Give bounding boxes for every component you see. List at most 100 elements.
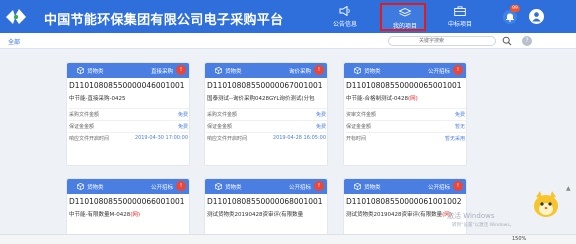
card-detail-row: 开标时间 暂无采用 <box>346 132 466 142</box>
speaker-icon <box>339 6 350 16</box>
card-procurement-method: 公开招标 <box>150 185 173 191</box>
cube-icon <box>354 67 361 74</box>
filter-all-tab[interactable]: 全部 <box>8 37 20 46</box>
card-detail-value: 2019-04-28 16:05:00 <box>272 135 326 141</box>
layers-icon <box>399 8 411 17</box>
card-project-name: 中节能-直接采购-0425 <box>69 94 187 102</box>
user-avatar-button[interactable] <box>529 9 544 24</box>
card-project-name-text: 国泰测试--询价采购0428GYL询价测试(分包 <box>207 96 315 102</box>
project-card[interactable]: 货物类 询价采购 ! D11010808550000067001001 国泰测试… <box>204 62 328 166</box>
zoom-level[interactable]: 150% <box>512 236 526 242</box>
card-detail-row: 采购文件金额 免费 <box>69 108 189 118</box>
help-button[interactable]: ? <box>522 36 532 46</box>
notification-badge: 99 <box>510 5 520 12</box>
card-detail-value: 2019-04-30 17:00:00 <box>134 135 188 141</box>
cube-icon <box>354 183 361 190</box>
card-detail-key: 采购文件金额 <box>207 112 238 118</box>
card-category: 货物类 <box>364 69 381 75</box>
card-project-code[interactable]: D11010808550000067001001 <box>207 81 323 90</box>
nav-won-projects-label: 中标项目 <box>447 21 472 28</box>
nav-announcements-label: 公告信息 <box>332 21 357 28</box>
card-category: 货物类 <box>87 185 104 191</box>
card-detail-key: 响应文件开启时间 <box>207 136 248 142</box>
card-detail-value: 暂无 <box>454 124 465 130</box>
card-detail-row: 采购文件金额 免费 <box>207 108 327 118</box>
card-detail-row: 保证金金额 免费 <box>69 120 189 130</box>
card-alert-badge: ! <box>314 181 324 191</box>
card-detail-key: 采购文件金额 <box>69 112 100 118</box>
card-header: 货物类 直接采购 ! <box>67 63 189 78</box>
search-icon[interactable] <box>502 36 512 46</box>
mascot-icon[interactable] <box>531 188 561 220</box>
card-project-name-text: 中节能-合格制测试-0428 <box>346 96 408 102</box>
card-detail-row: 保证金金额 暂无 <box>346 120 466 130</box>
card-detail-row: 资审文件金额 免费 <box>346 108 466 118</box>
nav-won-projects[interactable]: 中标项目 <box>437 3 483 31</box>
card-detail-value: 免费 <box>454 112 465 118</box>
cube-icon <box>77 67 84 74</box>
card-project-name: 中节能-合格制测试-0428(网) <box>346 94 464 102</box>
card-header: 货物类 公开招标 ! <box>67 179 189 194</box>
card-project-name-text: 中节能-直接采购-0425 <box>69 96 126 102</box>
card-project-name: 中节能-有限数量M-0428(网) <box>69 210 187 218</box>
card-procurement-method: 公开招标 <box>427 69 450 75</box>
card-project-code[interactable]: D11010808550000066001001 <box>69 197 185 206</box>
card-detail-value: 免费 <box>177 124 188 130</box>
card-project-name-text: 中节能-有限数量M-0428 <box>69 212 131 218</box>
notification-button[interactable] <box>503 10 517 24</box>
card-alert-badge: ! <box>314 65 324 75</box>
card-detail-key: 资审文件金额 <box>346 112 377 118</box>
user-icon <box>532 12 541 22</box>
card-detail-value: 免费 <box>315 112 326 118</box>
card-detail-value: 暂无采用 <box>444 136 465 142</box>
card-project-name: 国泰测试--询价采购0428GYL询价测试(分包 <box>207 94 325 102</box>
card-project-code[interactable]: D11010808550000046001001 <box>69 81 185 90</box>
card-header: 货物类 公开招标 ! <box>344 63 466 78</box>
card-detail-row: 保证金金额 免费 <box>207 120 327 130</box>
card-detail-value: 免费 <box>177 112 188 118</box>
cube-icon <box>77 183 84 190</box>
scroll-arrow-icon[interactable]: ▲ <box>566 185 572 192</box>
card-category: 货物类 <box>364 185 381 191</box>
cube-icon <box>215 67 222 74</box>
card-procurement-method: 公开招标 <box>288 185 311 191</box>
card-detail-value: 免费 <box>315 124 326 130</box>
cube-icon <box>215 183 222 190</box>
card-procurement-method: 公开招标 <box>427 185 450 191</box>
card-alert-badge: ! <box>176 181 186 191</box>
card-detail-key: 响应文件开启时间 <box>69 136 110 142</box>
briefcase-icon <box>454 6 466 16</box>
windows-activation-watermark: 激活 Windows <box>447 212 495 220</box>
card-project-name: 测试货物类20190428资审评(有限数量 <box>207 210 325 218</box>
card-project-name-text: 测试货物类20190428资审评(有限数量 <box>346 212 443 218</box>
card-project-name-tag: (网) <box>130 212 141 218</box>
card-category: 货物类 <box>225 69 242 75</box>
card-alert-badge: ! <box>176 65 186 75</box>
search-input[interactable] <box>388 36 496 46</box>
card-detail-key: 保证金金额 <box>346 124 372 130</box>
card-detail-row: 响应文件开启时间 2019-04-30 17:00:00 <box>69 132 189 142</box>
app-title: 中国节能环保集团有限公司电子采购平台 <box>44 13 284 28</box>
nav-announcements[interactable]: 公告信息 <box>322 3 368 31</box>
card-detail-key: 保证金金额 <box>69 124 95 130</box>
card-alert-badge: ! <box>453 181 463 191</box>
project-card[interactable]: 货物类 公开招标 ! D11010808550000065001001 中节能-… <box>343 62 467 166</box>
card-project-name-text: 测试货物类20190428资审评(有限数量 <box>207 212 304 218</box>
card-detail-key: 保证金金额 <box>207 124 233 130</box>
nav-my-projects[interactable]: 我的项目 <box>380 3 426 31</box>
card-header: 货物类 公开招标 ! <box>205 179 327 194</box>
card-project-name-tag: (网) <box>407 96 418 102</box>
card-project-code[interactable]: D11010808550000068001001 <box>207 197 323 206</box>
bell-icon <box>506 13 514 22</box>
card-project-code[interactable]: D11010808550000061001002 <box>346 197 462 206</box>
card-header: 货物类 公开招标 ! <box>344 179 466 194</box>
top-bar: 中国节能环保集团有限公司电子采购平台 公告信息 我的项目 中标项目 99 <box>0 0 576 33</box>
card-project-code[interactable]: D11010808550000065001001 <box>346 81 462 90</box>
card-detail-row: 响应文件开启时间 2019-04-28 16:05:00 <box>207 132 327 142</box>
status-bar: 150% <box>0 234 576 244</box>
card-category: 货物类 <box>225 185 242 191</box>
project-card[interactable]: 货物类 直接采购 ! D11010808550000046001001 中节能-… <box>66 62 190 166</box>
card-category: 货物类 <box>87 69 104 75</box>
logo-icon <box>6 9 26 24</box>
filter-bar: 全部 ? <box>0 33 576 49</box>
